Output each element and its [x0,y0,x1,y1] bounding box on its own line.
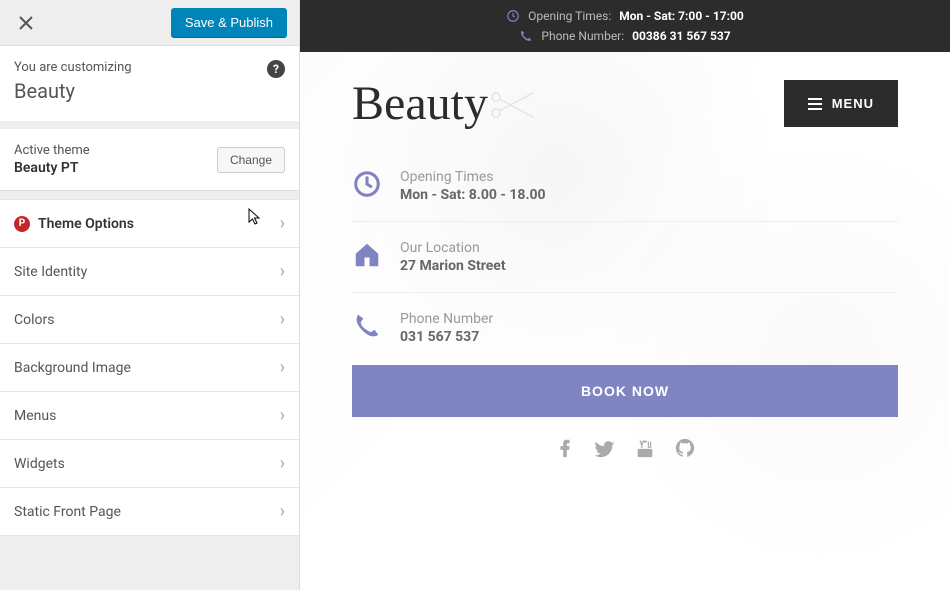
topbar-phone-label: Phone Number: [541,29,624,43]
divider [0,191,299,199]
help-icon[interactable]: ? [267,60,285,78]
home-icon [352,240,382,274]
chevron-right-icon: › [280,501,285,522]
preview-menu-button[interactable]: MENU [784,80,898,127]
menu-item-label: Background Image [14,360,131,376]
chevron-right-icon: › [280,309,285,330]
topbar-phone-value: 00386 31 567 537 [632,29,730,43]
info-value: Mon - Sat: 8.00 - 18.00 [400,187,546,203]
info-value: 27 Marion Street [400,258,506,274]
menu-button-label: MENU [832,96,874,111]
menu-item-label: Static Front Page [14,504,121,520]
clock-icon [352,169,382,203]
change-theme-button[interactable]: Change [217,147,285,173]
close-button[interactable] [12,9,40,37]
menu-item-label: Theme Options [38,216,134,232]
save-publish-button[interactable]: Save & Publish [171,8,287,37]
customizing-label: You are customizing [14,60,285,75]
preview-pane: Opening Times: Mon - Sat: 7:00 - 17:00 P… [300,0,950,590]
chevron-right-icon: › [280,357,285,378]
clock-icon [506,9,520,23]
topbar-opening-label: Opening Times: [528,9,611,23]
info-label: Our Location [400,240,506,256]
menu-item-widgets[interactable]: Widgets › [0,440,299,488]
divider [0,121,299,129]
menu-item-menus[interactable]: Menus › [0,392,299,440]
menu-item-colors[interactable]: Colors › [0,296,299,344]
info-label: Phone Number [400,311,493,327]
preview-topbar: Opening Times: Mon - Sat: 7:00 - 17:00 P… [300,0,950,52]
youtube-icon[interactable] [634,437,656,463]
twitter-icon[interactable] [594,437,616,463]
info-label: Opening Times [400,169,546,185]
phone-icon [352,311,382,345]
menu-item-label: Colors [14,312,54,328]
customizer-menu: P Theme Options › Site Identity › Colors… [0,199,299,536]
menu-item-static-front-page[interactable]: Static Front Page › [0,488,299,536]
topbar-opening-times: Opening Times: Mon - Sat: 7:00 - 17:00 [300,6,950,26]
social-icons [300,417,950,483]
info-row-opening: Opening Times Mon - Sat: 8.00 - 18.00 [352,151,898,222]
customizer-sidebar: Save & Publish You are customizing Beaut… [0,0,300,590]
chevron-right-icon: › [280,213,285,234]
menu-item-label: Widgets [14,456,65,472]
hamburger-icon [808,98,822,110]
info-value: 031 567 537 [400,329,493,345]
menu-item-site-identity[interactable]: Site Identity › [0,248,299,296]
menu-item-label: Menus [14,408,56,424]
chevron-right-icon: › [280,405,285,426]
close-icon [19,16,33,30]
info-blocks: Opening Times Mon - Sat: 8.00 - 18.00 Ou… [300,131,950,357]
phone-icon [519,29,533,43]
topbar-phone: Phone Number: 00386 31 567 537 [300,26,950,46]
chevron-right-icon: › [280,261,285,282]
menu-item-background-image[interactable]: Background Image › [0,344,299,392]
info-row-location: Our Location 27 Marion Street [352,222,898,293]
facebook-icon[interactable] [554,437,576,463]
info-row-phone: Phone Number 031 567 537 [352,293,898,357]
book-now-button[interactable]: BOOK NOW [352,365,898,417]
active-theme-block: Active theme Beauty PT Change [0,129,299,191]
menu-item-label: Site Identity [14,264,87,280]
sidebar-info: You are customizing Beauty ? [0,46,299,121]
preview-header: Beauty MENU [300,52,950,131]
site-title: Beauty [14,79,285,103]
topbar-opening-value: Mon - Sat: 7:00 - 17:00 [619,9,744,23]
theme-options-badge-icon: P [14,216,30,232]
site-logo[interactable]: Beauty [352,76,488,131]
scissors-decoration-icon [488,84,538,139]
menu-item-theme-options[interactable]: P Theme Options › [0,199,299,248]
logo-text: Beauty [352,77,488,130]
sidebar-topbar: Save & Publish [0,0,299,46]
chevron-right-icon: › [280,453,285,474]
github-icon[interactable] [674,437,696,463]
